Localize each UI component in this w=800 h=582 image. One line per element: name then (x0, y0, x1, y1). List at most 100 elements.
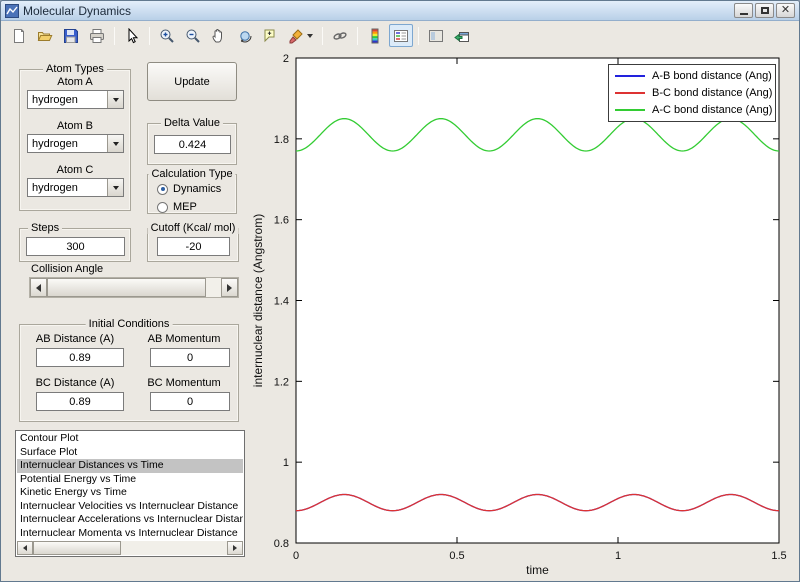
dock-figure-icon (454, 31, 469, 42)
y-tick-label: 2 (283, 53, 289, 65)
atom-a-select[interactable]: hydrogen (27, 90, 124, 109)
atom-types-group: Atom Types Atom A hydrogen Atom B hydrog… (19, 63, 131, 211)
y-tick-label: 1.4 (274, 296, 289, 308)
dropdown-arrow-icon[interactable] (107, 135, 123, 152)
plot-axes[interactable]: 0 0.5 1 1.5 0.8 1 1.2 1.4 1.6 1.8 2 time internuclea… (246, 46, 800, 581)
slider-thumb[interactable] (47, 278, 206, 297)
cutoff-group: Cutoff (Kcal/ mol) -20 (147, 222, 239, 262)
dropdown-arrow-icon[interactable] (107, 179, 123, 196)
x-axis-label: time (526, 563, 549, 577)
plot-type-listbox[interactable]: Contour Plot Surface Plot Internuclear Dis… (15, 430, 245, 557)
legend-label: A-B bond distance (Ang) (652, 69, 772, 82)
list-item[interactable]: Internuclear Distances vs Time (17, 459, 243, 473)
atom-b-value: hydrogen (32, 137, 78, 150)
insert-legend-icon (394, 29, 408, 42)
axes-box (295, 57, 780, 544)
print-icon (90, 28, 104, 43)
collision-angle-label: Collision Angle (31, 263, 104, 275)
rotate-3d-button[interactable] (233, 24, 257, 47)
zoom-in-button[interactable] (155, 24, 179, 47)
data-cursor-button[interactable] (259, 24, 283, 47)
delta-value-group: Delta Value 0.424 (147, 117, 237, 165)
update-button[interactable]: Update (147, 62, 237, 101)
list-item[interactable]: Contour Plot (17, 432, 243, 446)
delta-value-input[interactable]: 0.424 (154, 135, 231, 154)
ab-distance-label: AB Distance (A) (35, 333, 115, 345)
insert-legend-button[interactable] (389, 24, 413, 47)
zoom-in-icon (160, 29, 174, 43)
cutoff-input[interactable]: -20 (157, 237, 230, 256)
slider-right-arrow[interactable] (221, 278, 238, 297)
bc-momentum-input[interactable]: 0 (150, 392, 230, 411)
dock-figure-button[interactable] (450, 24, 474, 47)
zoom-out-button[interactable] (181, 24, 205, 47)
collision-angle-slider[interactable] (29, 277, 239, 298)
hide-plot-tools-button[interactable] (424, 24, 448, 47)
save-icon (64, 28, 78, 43)
x-tick-label: 0 (293, 550, 299, 562)
window-title: Molecular Dynamics (23, 3, 132, 18)
list-item[interactable]: Surface Plot (17, 446, 243, 460)
list-item[interactable]: Internuclear Velocities vs Internuclear … (17, 500, 243, 514)
radio-dynamics[interactable]: Dynamics (148, 182, 236, 196)
legend-line-sample (615, 109, 645, 112)
minimize-button[interactable] (734, 3, 753, 18)
list-item[interactable]: Internuclear Momenta vs Internuclear Dis… (17, 527, 243, 541)
print-figure-button[interactable] (85, 24, 109, 47)
title-bar[interactable]: Molecular Dynamics ✕ (1, 1, 799, 21)
radio-label: MEP (173, 201, 197, 213)
edit-plot-button[interactable] (120, 24, 144, 47)
maximize-button[interactable] (755, 3, 774, 18)
radio-icon (157, 183, 168, 195)
toolbar-separator (322, 26, 323, 45)
ab-distance-input[interactable]: 0.89 (36, 348, 124, 367)
steps-input[interactable]: 300 (26, 237, 125, 256)
hscroll-right-arrow[interactable] (227, 541, 243, 555)
radio-mep[interactable]: MEP (148, 200, 236, 214)
data-cursor-icon (264, 29, 275, 42)
pan-button[interactable] (207, 24, 231, 47)
x-tick-label: 1 (615, 550, 621, 562)
atom-b-select[interactable]: hydrogen (27, 134, 124, 153)
maximize-icon (760, 7, 769, 14)
save-figure-button[interactable] (59, 24, 83, 47)
y-tick-label: 1.8 (274, 134, 289, 146)
radio-icon (157, 201, 168, 213)
listbox-hscrollbar[interactable] (17, 541, 243, 555)
list-item[interactable]: Internuclear Accelerations vs Internucle… (17, 513, 243, 527)
left-arrow-icon (36, 283, 41, 292)
bc-momentum-label: BC Momentum (147, 377, 221, 389)
list-item[interactable]: Kinetic Energy vs Time (17, 486, 243, 500)
open-file-button[interactable] (33, 24, 57, 47)
link-plot-button[interactable] (328, 24, 352, 47)
atom-a-value: hydrogen (32, 93, 78, 106)
insert-colorbar-icon (371, 28, 379, 43)
rotate-3d-icon (240, 30, 252, 42)
legend-line-sample (615, 74, 645, 77)
new-file-button[interactable] (7, 24, 31, 47)
calculation-type-options: Dynamics MEP (148, 175, 236, 214)
hscroll-left-arrow[interactable] (17, 541, 33, 555)
slider-left-arrow[interactable] (30, 278, 47, 297)
legend-label: A-C bond distance (Ang) (652, 104, 773, 117)
minimize-icon (739, 13, 748, 15)
dropdown-arrow-icon[interactable] (107, 91, 123, 108)
zoom-out-icon (186, 29, 200, 43)
hscroll-thumb[interactable] (33, 541, 121, 555)
atom-c-select[interactable]: hydrogen (27, 178, 124, 197)
toolbar-separator (357, 26, 358, 45)
open-file-icon (37, 31, 53, 41)
y-tick-label: 0.8 (274, 538, 289, 550)
bc-distance-input[interactable]: 0.89 (36, 392, 124, 411)
plot-legend[interactable]: A-B bond distance (Ang) B-C bond distance… (608, 64, 776, 122)
window-controls: ✕ (734, 3, 795, 18)
insert-colorbar-button[interactable] (363, 24, 387, 47)
ab-momentum-input[interactable]: 0 (150, 348, 230, 367)
list-item[interactable]: Potential Energy vs Time (17, 473, 243, 487)
brush-data-button[interactable] (285, 24, 317, 47)
calculation-type-group: Calculation Type Dynamics MEP (147, 168, 237, 214)
y-tick-label: 1.2 (274, 376, 289, 388)
close-button[interactable]: ✕ (776, 3, 795, 18)
legend-label: B-C bond distance (Ang) (652, 86, 773, 99)
brush-dropdown-arrow-icon (307, 33, 313, 38)
